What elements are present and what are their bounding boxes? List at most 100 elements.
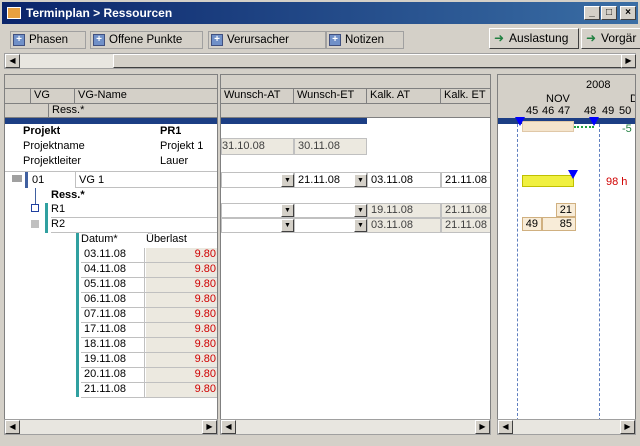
grid-header-blank [221, 75, 490, 89]
window-bottom-edge [0, 436, 640, 446]
left-pane-scrollbar[interactable]: ◀ ▶ [4, 419, 218, 435]
column-header-kalk-at[interactable]: Kalk. AT [367, 89, 441, 104]
overload-row[interactable]: 18.11.08 9.80 [81, 338, 217, 353]
scroll-right-button[interactable]: ▶ [620, 420, 635, 434]
vg-bar[interactable] [522, 175, 574, 187]
gantt-month: NOV [546, 93, 570, 105]
project-bar[interactable] [522, 121, 574, 132]
maximize-button[interactable]: □ [601, 6, 617, 20]
vg-id[interactable]: 01 [32, 174, 44, 186]
gantt-scrollbar[interactable]: ◀ ▶ [497, 419, 636, 435]
gantt-week: 49 [602, 105, 615, 117]
gantt-month-next: D [630, 93, 635, 105]
title-bar: Terminplan > Ressourcen _ □ × [0, 0, 640, 24]
column-header-wunsch-at[interactable]: Wunsch-AT [221, 89, 294, 104]
middle-pane-scrollbar[interactable]: ◀ ▶ [220, 419, 491, 435]
end-marker-icon [568, 170, 578, 179]
overload-row[interactable]: 03.11.08 9.80 [81, 248, 217, 263]
vg-kalk-et[interactable]: 21.11.08 [441, 172, 490, 188]
dropdown-icon[interactable]: ▼ [281, 204, 294, 217]
tab-offene-punkte[interactable]: + Offene Punkte [90, 31, 203, 49]
r1-label: R1 [51, 203, 66, 215]
vg-name[interactable]: VG 1 [75, 172, 217, 188]
column-header-datum[interactable]: Datum* [81, 233, 145, 248]
projectname-value: Projekt 1 [160, 140, 204, 152]
gantt-pane: 2008 NOV D 45 46 47 48 49 50 -5 98 h 21 … [497, 74, 636, 420]
scroll-left-button[interactable]: ◀ [221, 420, 236, 434]
scroll-thumb[interactable] [113, 54, 625, 68]
project-wunsch-et[interactable]: 30.11.08 [294, 138, 367, 155]
scroll-left-button[interactable]: ◀ [5, 420, 20, 434]
overload-date: 03.11.08 [81, 248, 145, 262]
r2-kalk-at[interactable]: 03.11.08 [367, 218, 441, 233]
tab-phasen[interactable]: + Phasen [10, 31, 86, 49]
project-wunsch-at[interactable]: 31.10.08 [221, 138, 294, 155]
close-button[interactable]: × [620, 6, 636, 20]
tab-notizen[interactable]: + Notizen [326, 31, 404, 49]
tree-marker [76, 233, 79, 397]
r2-kalk-et[interactable]: 21.11.08 [441, 218, 490, 233]
overload-row[interactable]: 17.11.08 9.80 [81, 323, 217, 338]
r1-load-cell[interactable]: 21 [556, 203, 576, 217]
r2-load-cell[interactable]: 49 [522, 217, 542, 231]
auslastung-button[interactable]: ➜ Auslastung [489, 28, 579, 49]
column-header-ress[interactable]: Ress.* [49, 104, 217, 118]
dropdown-icon[interactable]: ▼ [354, 204, 367, 217]
gantt-week: 47 [558, 105, 571, 117]
node-icon[interactable] [31, 220, 39, 228]
dropdown-icon[interactable]: ▼ [281, 219, 294, 232]
r1-kalk-at[interactable]: 19.11.08 [367, 203, 441, 218]
vorgaenge-button[interactable]: ➜ Vorgär [581, 28, 640, 49]
deadline-line [599, 124, 600, 419]
overload-row[interactable]: 05.11.08 9.80 [81, 278, 217, 293]
scroll-left-button[interactable]: ◀ [5, 54, 20, 68]
column-header-vg[interactable]: VG [31, 89, 75, 104]
node-icon[interactable] [31, 204, 39, 212]
column-header-vg-name[interactable]: VG-Name [75, 89, 217, 104]
scroll-right-button[interactable]: ▶ [202, 420, 217, 434]
overload-value: 9.80 [146, 368, 217, 382]
overload-row[interactable]: 07.11.08 9.80 [81, 308, 217, 323]
vorgaenge-label: Vorgär [601, 31, 637, 45]
vg-kalk-at[interactable]: 03.11.08 [367, 172, 441, 188]
scroll-left-button[interactable]: ◀ [498, 420, 513, 434]
overload-row[interactable]: 19.11.08 9.80 [81, 353, 217, 368]
project-delta: -5 [622, 123, 632, 135]
dropdown-icon[interactable]: ▼ [354, 174, 367, 187]
collapse-icon[interactable] [12, 175, 22, 182]
tab-label: Verursacher [227, 34, 290, 46]
overload-row[interactable]: 20.11.08 9.80 [81, 368, 217, 383]
scroll-right-button[interactable]: ▶ [621, 54, 636, 68]
overload-date: 17.11.08 [81, 323, 145, 337]
column-header-kalk-et[interactable]: Kalk. ET [441, 89, 490, 104]
overload-value: 9.80 [146, 353, 217, 367]
r2-label: R2 [51, 218, 66, 230]
tab-verursacher[interactable]: + Verursacher [208, 31, 326, 49]
auslastung-label: Auslastung [509, 31, 569, 45]
tab-label: Notizen [345, 34, 384, 46]
overload-row[interactable]: 04.11.08 9.80 [81, 263, 217, 278]
overload-date: 20.11.08 [81, 368, 145, 382]
tree-line [35, 188, 36, 205]
dropdown-icon[interactable]: ▼ [354, 219, 367, 232]
link-arrow-icon [574, 126, 594, 128]
gantt-week: 48 [584, 105, 597, 117]
column-header-ueberlast[interactable]: Überlast [146, 233, 216, 248]
dropdown-icon[interactable]: ▼ [281, 174, 294, 187]
overload-row[interactable]: 21.11.08 9.80 [81, 383, 217, 398]
overload-row[interactable]: 06.11.08 9.80 [81, 293, 217, 308]
r1-row[interactable]: R1 [51, 203, 217, 218]
column-header-blank [221, 104, 490, 118]
r2-load-cell[interactable]: 85 [542, 217, 576, 231]
gantt-week: 50 [619, 105, 632, 117]
overload-date: 21.11.08 [81, 383, 145, 397]
window-title: Terminplan > Ressourcen [26, 6, 173, 20]
r2-row[interactable]: R2 [51, 218, 217, 233]
project-value: PR1 [160, 125, 182, 137]
column-header-wunsch-et[interactable]: Wunsch-ET [294, 89, 367, 104]
scroll-right-button[interactable]: ▶ [475, 420, 490, 434]
r1-kalk-et[interactable]: 21.11.08 [441, 203, 490, 218]
overload-value: 9.80 [146, 338, 217, 352]
minimize-button[interactable]: _ [584, 6, 600, 20]
top-scrollbar[interactable]: ◀ ▶ [4, 53, 636, 69]
